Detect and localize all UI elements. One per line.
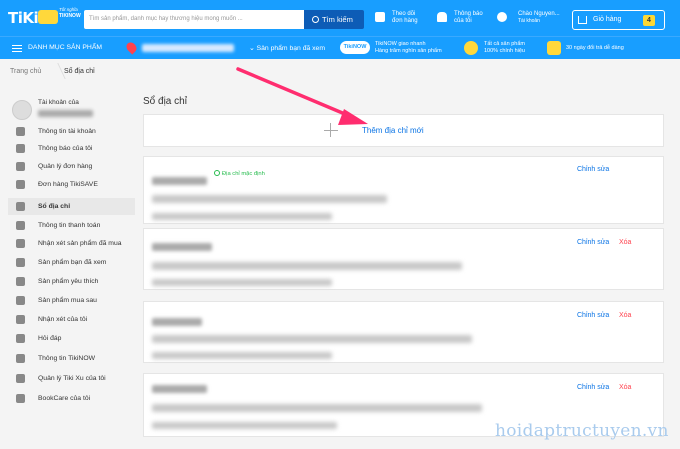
watermark: hoidaptructuyen.vn <box>495 421 669 441</box>
annotation-arrow <box>236 67 368 125</box>
